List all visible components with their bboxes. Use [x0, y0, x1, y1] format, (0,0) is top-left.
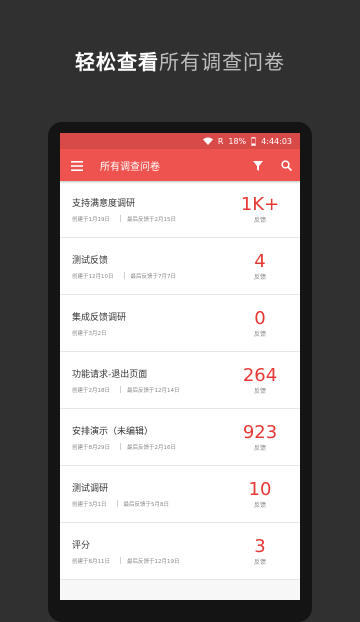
- survey-last-feedback: 最后反馈于5月8日: [123, 501, 170, 508]
- survey-last-feedback: 最后反馈于12月14日: [127, 387, 180, 394]
- meta-divider: [120, 215, 121, 222]
- promo-bold-text: 轻松查看: [75, 50, 159, 74]
- survey-name: 集成反馈调研: [72, 312, 127, 323]
- survey-last-feedback: 最后反馈于12月19日: [127, 558, 180, 565]
- survey-row[interactable]: 功能请求-退出页面 创建于2月18日 最后反馈于12月14日 264 反馈: [60, 352, 300, 409]
- feedback-label: 反馈: [253, 387, 266, 395]
- meta-divider: [120, 557, 121, 564]
- feedback-count: 0: [254, 307, 266, 329]
- hamburger-icon: [71, 156, 83, 175]
- status-bar: R 18% 4:44:03: [60, 133, 300, 149]
- feedback-count: 3: [254, 535, 266, 557]
- survey-last-feedback: 最后反馈于7月7日: [130, 273, 177, 280]
- survey-row[interactable]: 评分 创建于8月11日 最后反馈于12月19日 3 反馈: [60, 523, 300, 580]
- survey-name: 测试调研: [72, 483, 109, 494]
- survey-last-feedback: 最后反馈于2月16日: [127, 444, 176, 451]
- toolbar-title: 所有调查问卷: [100, 161, 160, 173]
- survey-last-feedback: 最后反馈于2月15日: [127, 216, 176, 223]
- feedback-label: 反馈: [253, 216, 266, 224]
- survey-created: 创建于8月29日: [72, 444, 110, 451]
- battery-percent: 18%: [228, 136, 247, 146]
- app-screen: R 18% 4:44:03 所有调查问卷 支持满意度调研 创建于1月19日 最后…: [60, 133, 300, 600]
- search-button[interactable]: [272, 149, 300, 181]
- survey-list: 支持满意度调研 创建于1月19日 最后反馈于2月15日 1K+ 反馈 测试反馈 创…: [60, 181, 300, 580]
- survey-row[interactable]: 安排演示（未编辑） 创建于8月29日 最后反馈于2月16日 923 反馈: [60, 409, 300, 466]
- survey-row[interactable]: 测试调研 创建于3月1日 最后反馈于5月8日 10 反馈: [60, 466, 300, 523]
- survey-created: 创建于3月1日: [72, 501, 107, 508]
- battery-icon: [251, 136, 257, 146]
- promo-headline: 轻松查看所有调查问卷: [0, 46, 360, 75]
- promo-light-text: 所有调查问卷: [159, 50, 285, 74]
- survey-name: 评分: [72, 540, 91, 551]
- survey-created: 创建于3月2日: [72, 330, 107, 337]
- meta-divider: [116, 500, 118, 507]
- survey-created: 创建于2月18日: [72, 387, 110, 394]
- meta-divider: [120, 443, 121, 450]
- feedback-count: 264: [242, 364, 278, 386]
- feedback-label: 反馈: [253, 330, 266, 338]
- network-indicator: R: [217, 136, 224, 146]
- feedback-label: 反馈: [253, 558, 266, 566]
- filter-button[interactable]: [244, 149, 272, 181]
- feedback-label: 反馈: [253, 273, 266, 281]
- feedback-label: 反馈: [253, 444, 266, 452]
- survey-created: 创建于8月11日: [72, 558, 110, 565]
- survey-created: 创建于1月19日: [72, 216, 110, 223]
- search-icon: [280, 156, 292, 175]
- meta-divider: [123, 272, 125, 279]
- filter-icon: [253, 156, 263, 175]
- menu-button[interactable]: [60, 149, 94, 181]
- feedback-label: 反馈: [253, 501, 266, 509]
- clock: 4:44:03: [261, 136, 292, 146]
- feedback-count: 4: [254, 250, 266, 272]
- feedback-count: 1K+: [240, 193, 280, 215]
- meta-divider: [120, 386, 121, 393]
- survey-name: 支持满意度调研: [72, 198, 136, 209]
- survey-created: 创建于12月10日: [72, 273, 114, 280]
- survey-name: 安排演示（未编辑）: [72, 426, 154, 437]
- feedback-count: 10: [248, 478, 272, 500]
- survey-row[interactable]: 测试反馈 创建于12月10日 最后反馈于7月7日 4 反馈: [60, 238, 300, 295]
- survey-row[interactable]: 支持满意度调研 创建于1月19日 最后反馈于2月15日 1K+ 反馈: [60, 181, 300, 238]
- survey-name: 功能请求-退出页面: [72, 369, 148, 380]
- survey-row[interactable]: 集成反馈调研 创建于3月2日 0 反馈: [60, 295, 300, 352]
- wifi-icon: [202, 137, 213, 145]
- app-toolbar: 所有调查问卷: [60, 149, 300, 181]
- survey-name: 测试反馈: [72, 255, 109, 266]
- feedback-count: 923: [242, 421, 278, 443]
